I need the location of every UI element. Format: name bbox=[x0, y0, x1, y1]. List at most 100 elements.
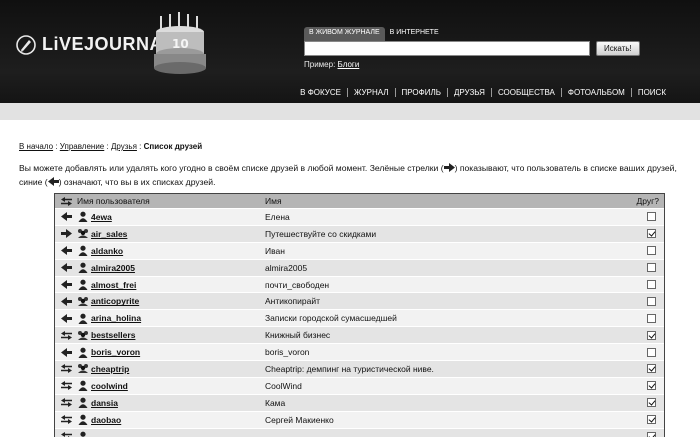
breadcrumb-home[interactable]: В начало bbox=[19, 142, 53, 151]
nav-profile[interactable]: ПРОФИЛЬ bbox=[394, 88, 447, 97]
display-name: CoolWind bbox=[265, 380, 302, 391]
svg-text:10: 10 bbox=[172, 37, 189, 51]
friend-checkbox[interactable] bbox=[646, 364, 656, 374]
community-icon[interactable] bbox=[77, 296, 91, 307]
friend-checkbox[interactable] bbox=[646, 212, 656, 222]
user-icon[interactable] bbox=[77, 397, 91, 409]
display-name: Иван bbox=[265, 245, 285, 256]
user-icon[interactable] bbox=[77, 279, 91, 290]
friends-table: Имя пользователя Имя Друг? 4ewa Елена air_… bbox=[54, 193, 665, 437]
friend-checkbox[interactable] bbox=[646, 381, 656, 391]
search-button[interactable]: Искать! bbox=[596, 41, 640, 56]
friend-checkbox[interactable] bbox=[646, 415, 656, 425]
search-area: В ЖИВОМ ЖУРНАЛЕ В ИНТЕРНЕТЕ Искать! Прим… bbox=[304, 27, 694, 69]
mutual-arrows-icon bbox=[60, 415, 72, 425]
username-link[interactable]: dansia bbox=[91, 398, 118, 408]
user-icon[interactable] bbox=[77, 380, 91, 392]
user-icon[interactable] bbox=[77, 431, 91, 437]
pencil-logo-icon bbox=[16, 34, 36, 55]
incoming-arrow-icon bbox=[60, 246, 72, 256]
username-link[interactable]: boris_voron bbox=[91, 347, 140, 357]
mutual-arrows-icon bbox=[60, 364, 72, 374]
table-row: 4ewa Елена bbox=[55, 208, 664, 225]
username-link[interactable]: anticopyrite bbox=[91, 296, 139, 306]
username-link[interactable]: air_sales bbox=[91, 229, 127, 239]
both-arrows-icon bbox=[60, 196, 72, 206]
friend-checkbox[interactable] bbox=[646, 398, 656, 408]
community-icon[interactable] bbox=[77, 330, 91, 341]
user-icon[interactable] bbox=[77, 313, 91, 324]
search-example: Пример: Блоги bbox=[304, 60, 694, 69]
user-icon[interactable] bbox=[77, 245, 91, 257]
nav-focus[interactable]: В ФОКУСЕ bbox=[294, 88, 347, 97]
display-name: Записки городской сумасшедшей bbox=[265, 313, 397, 324]
nav-journal[interactable]: ЖУРНАЛ bbox=[346, 88, 395, 97]
community-icon[interactable] bbox=[77, 363, 91, 374]
username-link[interactable]: daobao bbox=[91, 415, 121, 425]
username-link[interactable]: coolwind bbox=[91, 381, 128, 391]
table-row: aldanko Иван bbox=[55, 241, 664, 259]
friend-checkbox[interactable] bbox=[646, 432, 656, 437]
table-row bbox=[55, 427, 664, 437]
table-row: air_sales Путешествуйте со скидками bbox=[55, 224, 664, 242]
example-link[interactable]: Блоги bbox=[338, 60, 360, 69]
friend-checkbox[interactable] bbox=[646, 313, 656, 323]
username-link[interactable]: almira2005 bbox=[91, 263, 135, 273]
friend-checkbox[interactable] bbox=[646, 296, 656, 306]
table-row: almost_frei почти_свободен bbox=[55, 275, 664, 293]
table-row: anticopyrite Антикопирайт bbox=[55, 292, 664, 310]
username-link[interactable]: almost_frei bbox=[91, 280, 136, 290]
display-name: Путешествуйте со скидками bbox=[265, 228, 377, 239]
search-tab-internet[interactable]: В ИНТЕРНЕТЕ bbox=[385, 27, 444, 41]
username-link[interactable]: 4ewa bbox=[91, 212, 112, 222]
display-name: Книжный бизнес bbox=[265, 330, 331, 341]
incoming-arrow-icon bbox=[60, 296, 72, 306]
col-friend: Друг? bbox=[636, 196, 659, 206]
nav-photoalbum[interactable]: ФОТОАЛЬБОМ bbox=[560, 88, 631, 97]
username-link[interactable]: arina_holina bbox=[91, 313, 141, 323]
username-link[interactable]: aldanko bbox=[91, 246, 123, 256]
breadcrumb-friends[interactable]: Друзья bbox=[111, 142, 137, 151]
table-row: arina_holina Записки городской сумасшедше… bbox=[55, 309, 664, 327]
table-header: Имя пользователя Имя Друг? bbox=[55, 194, 664, 208]
nav-communities[interactable]: СООБЩЕСТВА bbox=[490, 88, 561, 97]
friend-checkbox[interactable] bbox=[646, 263, 656, 273]
example-label: Пример: bbox=[304, 60, 336, 69]
user-icon[interactable] bbox=[77, 347, 91, 358]
username-link[interactable]: cheaptrip bbox=[91, 364, 129, 374]
incoming-arrow-icon bbox=[60, 280, 72, 289]
search-tab-livejournal[interactable]: В ЖИВОМ ЖУРНАЛЕ bbox=[304, 27, 385, 41]
search-input[interactable] bbox=[304, 41, 590, 56]
intro-part-3: ) означают, что вы в их списках друзей. bbox=[58, 177, 216, 187]
breadcrumb-manage[interactable]: Управление bbox=[60, 142, 104, 151]
user-icon[interactable] bbox=[77, 211, 91, 223]
display-name: Cheaptrip: демпинг на туристической ниве… bbox=[265, 363, 434, 374]
incoming-arrow-icon bbox=[60, 212, 72, 222]
birthday-cake-icon: 10 bbox=[154, 12, 206, 74]
main-nav: В ФОКУСЕ ЖУРНАЛ ПРОФИЛЬ ДРУЗЬЯ СООБЩЕСТВ… bbox=[294, 88, 672, 97]
friend-checkbox[interactable] bbox=[646, 229, 656, 239]
display-name: Кама bbox=[265, 397, 286, 408]
community-icon[interactable] bbox=[77, 228, 91, 239]
breadcrumb-current: Список друзей bbox=[143, 142, 203, 151]
display-name: Елена bbox=[265, 211, 290, 222]
header-stripe bbox=[0, 103, 700, 120]
user-icon[interactable] bbox=[77, 262, 91, 274]
table-row: bestsellers Книжный бизнес bbox=[55, 326, 664, 344]
green-arrow-icon bbox=[443, 163, 455, 172]
nav-friends[interactable]: ДРУЗЬЯ bbox=[446, 88, 491, 97]
display-name: boris_voron bbox=[265, 347, 310, 358]
nav-search[interactable]: ПОИСК bbox=[630, 88, 672, 97]
friend-checkbox[interactable] bbox=[646, 347, 656, 357]
intro-text: Вы можете добавлять или удалять кого уго… bbox=[19, 161, 695, 189]
friend-checkbox[interactable] bbox=[646, 246, 656, 256]
username-link[interactable]: bestsellers bbox=[91, 330, 135, 340]
table-row: dansia Кама bbox=[55, 393, 664, 411]
mutual-arrows-icon bbox=[60, 330, 72, 340]
friend-checkbox[interactable] bbox=[646, 330, 656, 340]
display-name: almira2005 bbox=[265, 262, 308, 273]
col-name[interactable]: Имя bbox=[265, 196, 637, 206]
col-username[interactable]: Имя пользователя bbox=[77, 196, 265, 206]
user-icon[interactable] bbox=[77, 414, 91, 426]
friend-checkbox[interactable] bbox=[646, 280, 656, 289]
